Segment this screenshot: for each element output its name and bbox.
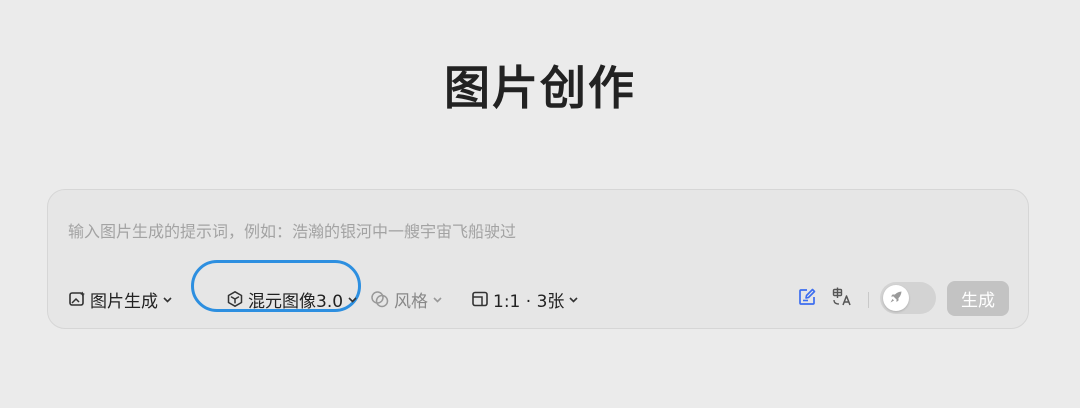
- style-dropdown[interactable]: 风格: [370, 282, 443, 316]
- translate-icon: [831, 286, 853, 312]
- accelerate-toggle[interactable]: [880, 282, 936, 314]
- image-sparkle-icon: [68, 290, 86, 308]
- rocket-icon: [889, 289, 903, 308]
- model-dropdown[interactable]: 混元图像3.0: [226, 282, 358, 316]
- mode-dropdown[interactable]: 图片生成: [68, 282, 173, 316]
- page-title: 图片创作: [444, 61, 636, 115]
- generate-button[interactable]: 生成: [947, 281, 1009, 316]
- mode-label: 图片生成: [90, 291, 158, 312]
- ratio-count-label: 1:1 · 3张: [493, 291, 565, 312]
- chevron-down-icon: [432, 294, 443, 305]
- edit-prompt-button[interactable]: [795, 287, 819, 311]
- chevron-down-icon: [347, 294, 358, 305]
- toolbar: 图片生成 混元图像3.0 风格 1:1 · 3张 生成: [68, 260, 1009, 316]
- model-label: 混元图像3.0: [248, 291, 344, 312]
- overlap-circles-icon: [370, 290, 390, 308]
- toggle-knob: [883, 285, 909, 311]
- chevron-down-icon: [568, 294, 579, 305]
- chevron-down-icon: [162, 294, 173, 305]
- cube-icon: [226, 290, 244, 308]
- ratio-count-dropdown[interactable]: 1:1 · 3张: [471, 282, 579, 316]
- prompt-input[interactable]: [68, 216, 968, 246]
- toolbar-divider: [868, 292, 869, 308]
- prompt-card: 图片生成 混元图像3.0: [47, 189, 1029, 329]
- edit-prompt-icon: [797, 287, 817, 311]
- style-label: 风格: [394, 291, 428, 312]
- aspect-ratio-icon: [471, 290, 489, 308]
- image-creation-page: 图片创作 图片生成: [0, 0, 1080, 408]
- translate-button[interactable]: [830, 287, 854, 311]
